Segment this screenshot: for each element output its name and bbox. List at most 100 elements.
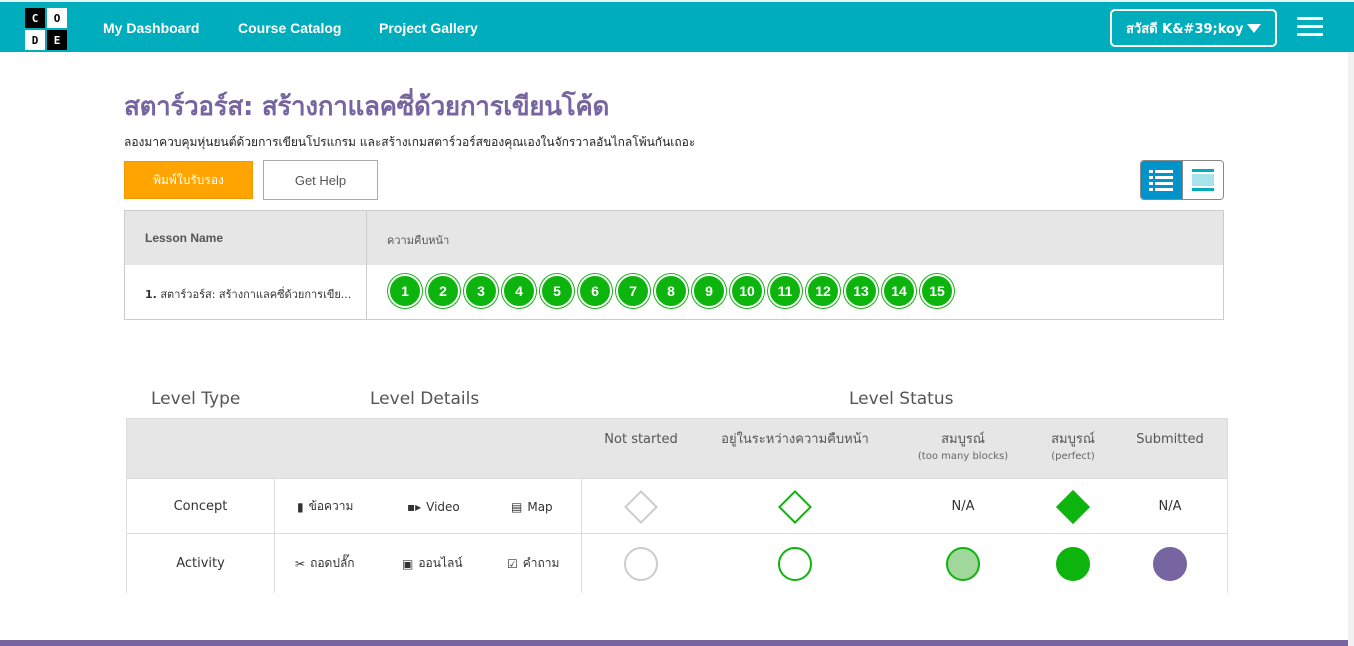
key-row-concept: Concept ▮ ข้อความ ▪▸ Video ▤ Map N/A N/A: [127, 478, 1227, 534]
nav-course-catalog-link[interactable]: Course Catalog: [238, 20, 341, 36]
level-bubble[interactable]: 2: [426, 274, 460, 308]
detail-video-label: Video: [426, 499, 460, 514]
level-bubble[interactable]: 1: [388, 274, 422, 308]
activity-too-many: [907, 534, 1019, 593]
nav-my-dashboard-link[interactable]: My Dashboard: [103, 20, 199, 36]
detail-text-label: ข้อความ: [308, 499, 354, 513]
level-key-table: Not started อยู่ในระหว่างความคืบหน้า สมบ…: [126, 418, 1228, 593]
circle-perfect-icon: [1056, 546, 1090, 581]
diamond-not-started-icon: [624, 489, 658, 524]
hamburger-menu-icon[interactable]: [1297, 17, 1323, 37]
level-type-heading: Level Type: [151, 389, 241, 409]
level-bubble[interactable]: 14: [882, 274, 916, 308]
activity-perfect: [1033, 534, 1113, 593]
nav-my-dashboard[interactable]: My Dashboard: [103, 2, 199, 54]
lesson-name-cell[interactable]: 1. สตาร์วอร์ส: สร้างกาแลคซี่ด้วยการเขีย.…: [145, 285, 351, 303]
detail-view-button[interactable]: [1181, 161, 1223, 199]
activity-not-started: [597, 534, 685, 593]
level-details-heading: Level Details: [370, 389, 480, 409]
detail-unplugged: ✂ ถอดปลั๊ก: [295, 534, 355, 593]
circle-in-progress-icon: [778, 546, 812, 581]
detail-video: ▪▸ Video: [407, 479, 460, 534]
activity-submitted: [1127, 534, 1213, 593]
code-logo[interactable]: C O D E: [25, 8, 67, 50]
level-bubble[interactable]: 8: [654, 274, 688, 308]
lesson-name-header: Lesson Name: [145, 231, 224, 245]
level-bubble[interactable]: 5: [540, 274, 574, 308]
circle-too-many-icon: [946, 546, 980, 581]
detail-map-label: Map: [527, 499, 553, 514]
level-bubble[interactable]: 11: [768, 274, 802, 308]
status-submitted-header: Submitted: [1136, 432, 1204, 447]
view-toggle: [1140, 160, 1224, 200]
logo-letter-o: O: [47, 8, 67, 28]
table-divider: [366, 211, 367, 319]
detail-question-label: คำถาม: [522, 556, 560, 570]
scissors-icon: ✂: [295, 556, 306, 571]
progress-table-header: Lesson Name ความคืบหน้า: [125, 211, 1223, 265]
nav-project-gallery-link[interactable]: Project Gallery: [379, 20, 478, 36]
detail-text: ▮ ข้อความ: [297, 479, 353, 534]
user-menu-button[interactable]: สวัสดี K&#39;koy: [1110, 9, 1277, 47]
detail-online-label: ออนไลน์: [418, 556, 463, 570]
level-status-heading: Level Status: [849, 389, 954, 409]
map-icon: ▤: [511, 499, 523, 514]
concept-not-started: [597, 479, 685, 534]
course-description: ลองมาควบคุมหุ่นยนต์ด้วยการเขียนโปรแกรม แ…: [124, 135, 696, 149]
diamond-perfect-icon: [1056, 489, 1090, 524]
concept-perfect: [1033, 479, 1113, 534]
key-divider-2: [581, 479, 582, 593]
key-divider-1: [274, 479, 275, 593]
footer-bar: [0, 640, 1348, 646]
logo-letter-d: D: [25, 30, 45, 50]
level-bubble[interactable]: 3: [464, 274, 498, 308]
check-square-icon: ☑: [507, 556, 518, 571]
level-bubble[interactable]: 10: [730, 274, 764, 308]
page-scrollbar[interactable]: [1348, 52, 1354, 646]
level-bubble[interactable]: 12: [806, 274, 840, 308]
lesson-name: สตาร์วอร์ส: สร้างกาแลคซี่ด้วยการเขีย...: [160, 288, 352, 301]
concept-in-progress: [715, 479, 875, 534]
level-bubble[interactable]: 4: [502, 274, 536, 308]
progress-header: ความคืบหน้า: [387, 234, 450, 247]
table-row: 1. สตาร์วอร์ส: สร้างกาแลคซี่ด้วยการเขีย.…: [125, 265, 1223, 319]
level-type-concept: Concept: [173, 499, 228, 514]
concept-submitted: N/A: [1158, 499, 1182, 514]
print-certificate-button[interactable]: พิมพ์ใบรับรอง: [124, 161, 253, 199]
user-greeting: สวัสดี K&#39;koy: [1126, 21, 1244, 37]
level-bubble[interactable]: 15: [920, 274, 954, 308]
summary-view-button[interactable]: [1141, 161, 1182, 199]
detail-view-icon: [1191, 169, 1214, 191]
list-view-icon: [1149, 170, 1174, 191]
page-title: สตาร์วอร์ส: สร้างกาแลคซี่ด้วยการเขียนโค้…: [124, 92, 610, 122]
logo-letter-c: C: [25, 8, 45, 28]
circle-not-started-icon: [624, 546, 658, 581]
status-not-started-header: Not started: [604, 432, 678, 447]
key-table-header: Not started อยู่ในระหว่างความคืบหน้า สมบ…: [127, 419, 1227, 479]
level-bubble[interactable]: 6: [578, 274, 612, 308]
level-bubble[interactable]: 13: [844, 274, 878, 308]
nav-project-gallery[interactable]: Project Gallery: [379, 2, 478, 54]
circle-submitted-icon: [1153, 546, 1187, 581]
level-bubble[interactable]: 9: [692, 274, 726, 308]
detail-online: ▣ ออนไลน์: [402, 534, 463, 593]
level-bubbles: 1 2 3 4 5 6 7 8 9 10 11 12 13 14 15: [388, 274, 958, 308]
activity-in-progress: [715, 534, 875, 593]
get-help-button[interactable]: Get Help: [263, 160, 378, 200]
status-perfect-header: สมบูรณ์ (perfect): [1033, 432, 1113, 464]
video-camera-icon: ▪▸: [407, 499, 422, 514]
concept-too-many: N/A: [951, 499, 975, 514]
detail-unplugged-label: ถอดปลั๊ก: [310, 556, 355, 570]
diamond-in-progress-icon: [778, 489, 812, 524]
status-perfect-label: สมบูรณ์: [1051, 432, 1095, 447]
status-too-many-sub: (too many blocks): [917, 451, 1009, 462]
nav-course-catalog[interactable]: Course Catalog: [238, 2, 341, 54]
lesson-number: 1.: [145, 288, 157, 301]
caret-down-icon: [1247, 24, 1261, 33]
status-too-many-label: สมบูรณ์: [941, 432, 985, 447]
level-bubble[interactable]: 7: [616, 274, 650, 308]
desktop-icon: ▣: [402, 556, 414, 571]
level-type-activity: Activity: [176, 556, 225, 571]
status-too-many-header: สมบูรณ์ (too many blocks): [907, 432, 1019, 464]
status-perfect-sub: (perfect): [1051, 451, 1095, 462]
